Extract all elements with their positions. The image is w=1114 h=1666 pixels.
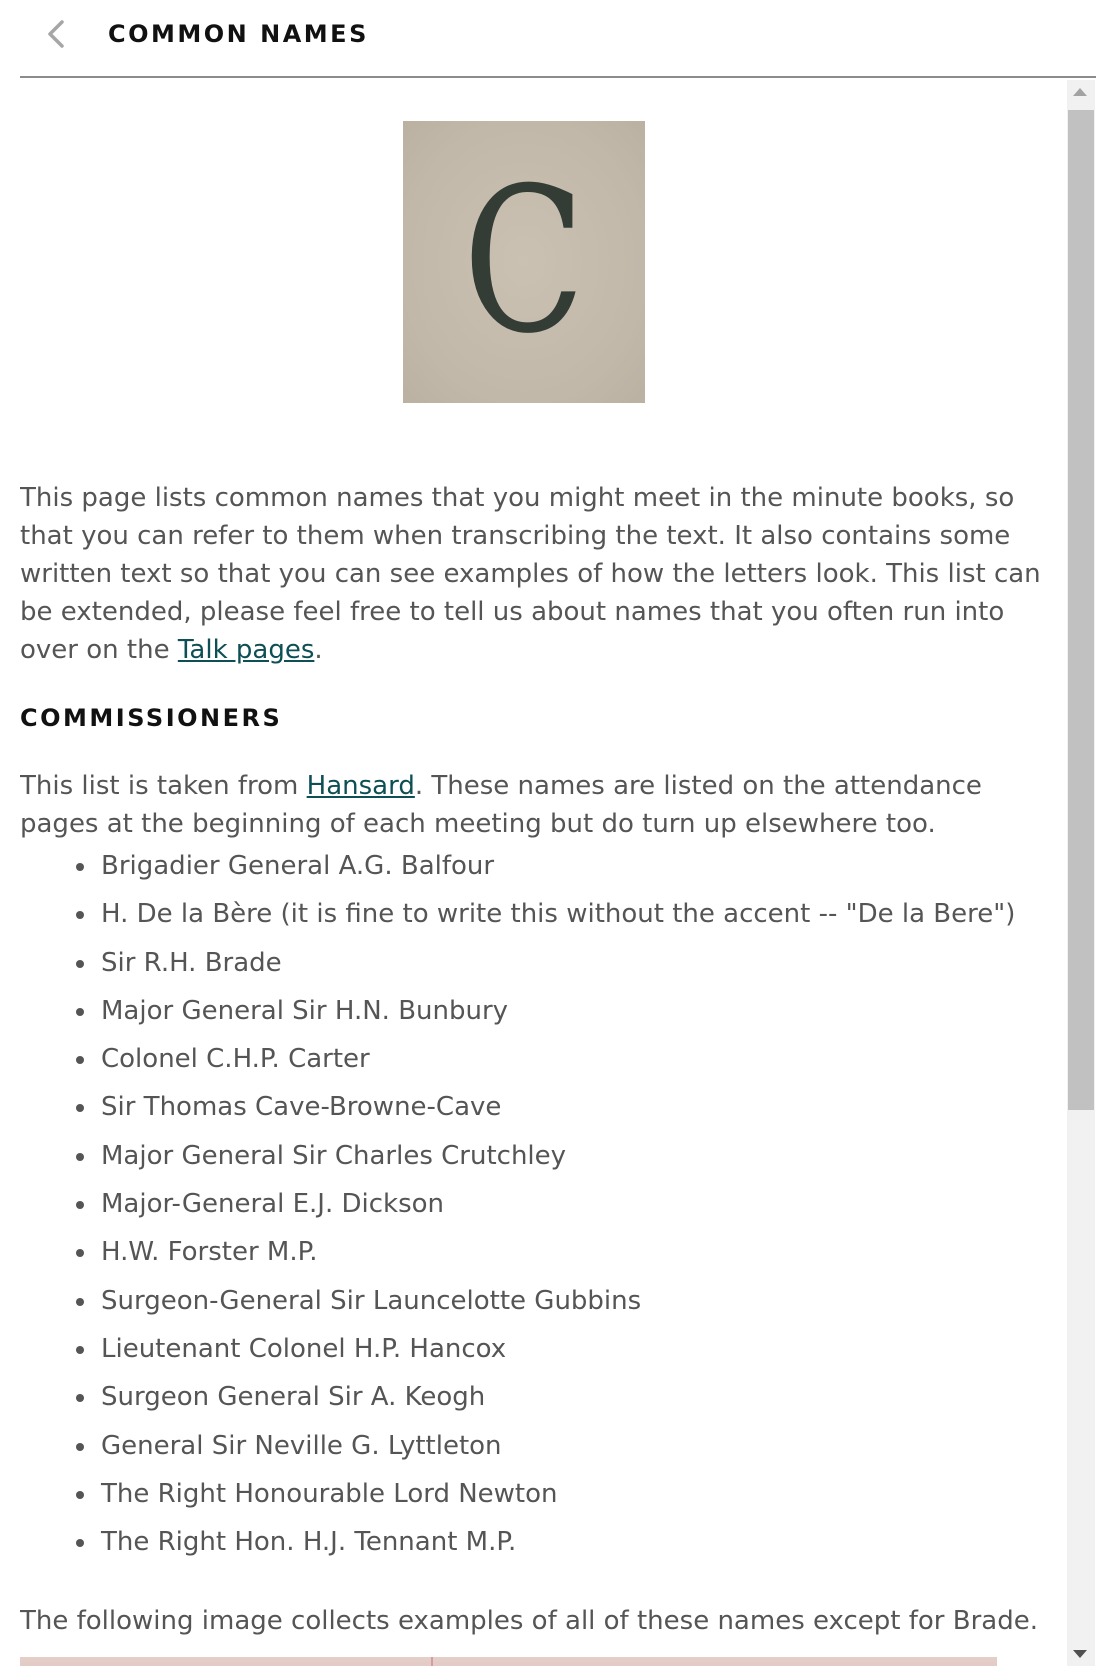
commissioners-intro-text: This list is taken from (20, 771, 307, 801)
list-item: Lieutenant Colonel H.P. Hancox (20, 1325, 1015, 1373)
page-header: COMMON NAMES (20, 0, 1096, 78)
handwritten-names-image (20, 1657, 997, 1666)
list-item: Major General Sir H.N. Bunbury (20, 987, 1015, 1035)
list-item: Brigadier General A.G. Balfour (20, 842, 1015, 890)
list-item: Major General Sir Charles Crutchley (20, 1132, 1015, 1180)
intro-text-end: . (314, 635, 323, 665)
commissioners-list: Brigadier General A.G. Balfour H. De la … (20, 842, 1015, 1566)
list-item: Major-General E.J. Dickson (20, 1180, 1015, 1228)
list-item: H. De la Bère (it is fine to write this … (20, 890, 1015, 938)
letter-c-image: C (403, 121, 645, 403)
hansard-link[interactable]: Hansard (307, 771, 415, 801)
scroll-up-arrow-icon[interactable] (1073, 88, 1087, 96)
list-item: The Right Honourable Lord Newton (20, 1470, 1015, 1518)
letter-glyph: C (462, 145, 586, 378)
list-item: Surgeon General Sir A. Keogh (20, 1373, 1015, 1421)
list-item: Surgeon-General Sir Launcelotte Gubbins (20, 1277, 1015, 1325)
commissioners-intro: This list is taken from Hansard. These n… (20, 767, 1060, 843)
back-button[interactable] (42, 14, 72, 54)
chevron-left-icon (48, 20, 64, 48)
list-item: General Sir Neville G. Lyttleton (20, 1422, 1015, 1470)
list-item: Colonel C.H.P. Carter (20, 1035, 1015, 1083)
scroll-down-arrow-icon[interactable] (1073, 1650, 1087, 1658)
list-item: H.W. Forster M.P. (20, 1228, 1015, 1276)
commissioners-heading: COMMISSIONERS (20, 704, 283, 732)
talk-pages-link[interactable]: Talk pages (178, 635, 315, 665)
scrollbar-thumb[interactable] (1068, 110, 1094, 1110)
margin-rule (431, 1657, 433, 1666)
intro-text: This page lists common names that you mi… (20, 483, 1041, 665)
vertical-scrollbar[interactable] (1067, 80, 1095, 1666)
page-title: COMMON NAMES (108, 20, 369, 48)
intro-paragraph: This page lists common names that you mi… (20, 479, 1060, 669)
list-item: Sir Thomas Cave-Browne-Cave (20, 1083, 1015, 1131)
content-scroll-area[interactable]: C This page lists common names that you … (20, 80, 1064, 1666)
names-image-caption: The following image collects examples of… (20, 1606, 1038, 1636)
list-item: The Right Hon. H.J. Tennant M.P. (20, 1518, 1015, 1566)
list-item: Sir R.H. Brade (20, 939, 1015, 987)
